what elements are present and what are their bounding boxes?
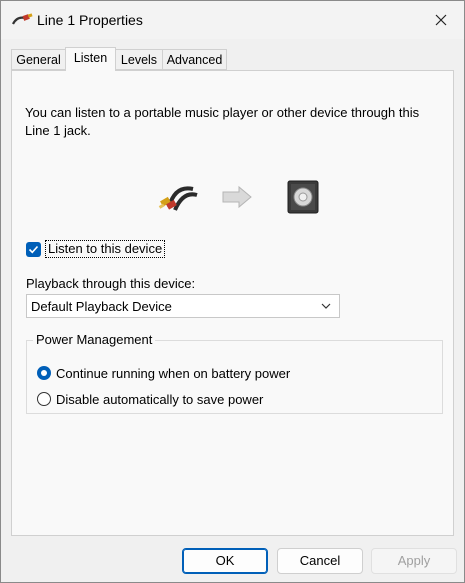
listen-panel: You can listen to a portable music playe…: [11, 70, 454, 536]
arrow-right-icon: [222, 185, 252, 209]
speaker-icon: [287, 180, 319, 214]
dialog-footer: OK Cancel Apply: [1, 537, 464, 582]
continue-running-label[interactable]: Continue running when on battery power: [56, 366, 290, 381]
listen-checkbox-label[interactable]: Listen to this device: [45, 240, 166, 258]
tab-levels[interactable]: Levels: [115, 49, 163, 70]
continue-running-option[interactable]: Continue running when on battery power: [37, 363, 290, 383]
tab-general[interactable]: General: [11, 49, 66, 70]
disable-automatically-label[interactable]: Disable automatically to save power: [56, 392, 263, 407]
disable-automatically-option[interactable]: Disable automatically to save power: [37, 389, 263, 409]
tab-listen[interactable]: Listen: [65, 47, 116, 71]
listen-illustration: [157, 177, 327, 217]
window-title: Line 1 Properties: [37, 12, 143, 28]
title-bar: Line 1 Properties: [1, 1, 464, 39]
listen-description: You can listen to a portable music playe…: [25, 105, 420, 138]
tab-advanced[interactable]: Advanced: [162, 49, 227, 70]
apply-button[interactable]: Apply: [371, 548, 457, 574]
chevron-down-icon: [321, 303, 331, 309]
playback-label: Playback through this device:: [26, 276, 196, 291]
playback-device-select[interactable]: Default Playback Device: [26, 294, 340, 318]
power-management-group: Power Management Continue running when o…: [26, 332, 443, 414]
rca-cable-icon: [158, 186, 198, 211]
properties-dialog: Line 1 Properties General Listen Levels …: [0, 0, 465, 583]
audio-cable-icon: [11, 12, 33, 28]
continue-running-radio[interactable]: [37, 366, 51, 380]
close-icon: [435, 14, 447, 26]
cancel-button[interactable]: Cancel: [277, 548, 363, 574]
close-button[interactable]: [418, 1, 464, 39]
listen-checkbox[interactable]: [26, 241, 41, 257]
ok-button[interactable]: OK: [182, 548, 268, 574]
disable-automatically-radio[interactable]: [37, 392, 51, 406]
power-management-legend: Power Management: [33, 332, 156, 347]
listen-checkbox-row[interactable]: Listen to this device: [26, 239, 166, 259]
checkmark-icon: [28, 245, 39, 253]
playback-device-value: Default Playback Device: [31, 299, 172, 314]
